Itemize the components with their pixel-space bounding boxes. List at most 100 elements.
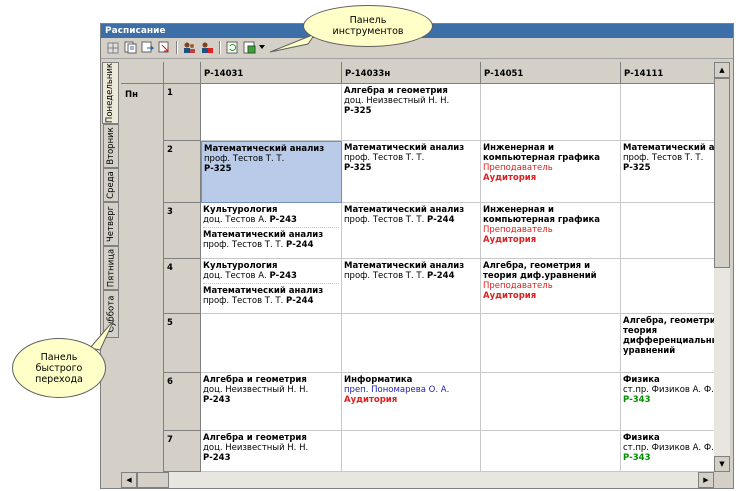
day-tabs: Понедельник Вторник Среда Четверг Пятниц… bbox=[101, 60, 120, 464]
schedule-cell[interactable] bbox=[481, 373, 621, 431]
lesson-subject: Культурология bbox=[203, 261, 278, 271]
schedule-cell[interactable]: Физика ст.пр. Физиков А. Ф. Р-343 bbox=[621, 373, 714, 431]
schedule-cell[interactable]: Математический анализ проф. Тестов Т. Т. … bbox=[342, 203, 481, 259]
dropdown-arrow-icon[interactable] bbox=[257, 40, 267, 55]
column-header[interactable]: Р-14051 bbox=[481, 62, 621, 84]
tab-tuesday[interactable]: Вторник bbox=[103, 124, 119, 168]
lesson-entry: Математический анализ проф. Тестов Т. Т. … bbox=[344, 261, 478, 281]
lesson-subject: Инженерная и bbox=[483, 143, 554, 153]
lesson-subject: теория диф.уравнений bbox=[483, 271, 597, 281]
lesson-subject: Математический анализ bbox=[344, 261, 465, 271]
schedule-cell[interactable]: Математический анализ проф. Тестов Т. Т. Р… bbox=[201, 141, 342, 203]
lesson-room: Р-243 bbox=[203, 395, 231, 405]
lesson-entry: Физика ст.пр. Физиков А. Ф. Р-343 bbox=[623, 433, 714, 463]
lesson-teacher: проф. Тестов Т. Т. bbox=[344, 153, 425, 163]
vertical-scrollbar[interactable]: ▲ ▼ bbox=[714, 62, 730, 472]
lesson-subject: Математический анализ bbox=[344, 143, 465, 153]
lesson-teacher: проф. Тестов Т. Т. bbox=[204, 154, 285, 164]
lesson-teacher: проф. Тестов Т. Т. bbox=[344, 271, 425, 281]
lesson-room: Р-244 bbox=[285, 296, 314, 306]
vertical-scroll-thumb[interactable] bbox=[714, 78, 730, 268]
tab-thursday[interactable]: Четверг bbox=[103, 202, 119, 246]
lesson-teacher-placeholder: Преподаватель bbox=[483, 281, 553, 291]
grid-icon[interactable] bbox=[105, 40, 121, 55]
users-icon[interactable] bbox=[181, 40, 197, 55]
lesson-entry: Алгебра, геометрия и теория диф.уравнений… bbox=[483, 261, 618, 301]
scroll-right-icon[interactable]: ▶ bbox=[698, 472, 714, 488]
tab-monday[interactable]: Понедельник bbox=[102, 62, 119, 124]
lesson-teacher: доц. Тестов А. bbox=[203, 215, 267, 225]
lesson-entry: Алгебра и геометрия доц. Неизвестный Н. Н… bbox=[203, 375, 339, 405]
scroll-up-icon[interactable]: ▲ bbox=[714, 62, 730, 78]
import-icon[interactable] bbox=[156, 40, 172, 55]
lesson-teacher: доц. Неизвестный Н. Н. bbox=[203, 385, 309, 395]
period-number: 7 bbox=[164, 431, 201, 472]
lesson-entry: Инженерная и компьютерная графика Преподав… bbox=[483, 205, 618, 245]
schedule-cell[interactable]: Математический анализ проф. Тестов Т. Т. Р… bbox=[342, 141, 481, 203]
lesson-subject: Математический ан bbox=[623, 143, 714, 153]
schedule-cell[interactable] bbox=[342, 314, 481, 373]
save-icon[interactable] bbox=[241, 40, 257, 55]
lesson-subject: Математический анализ bbox=[203, 286, 324, 296]
lesson-entry: Алгебра и геометрия доц. Неизвестный Н. Н… bbox=[203, 433, 339, 463]
schedule-cell[interactable] bbox=[621, 203, 714, 259]
schedule-cell[interactable]: Алгебра и геометрия доц. Неизвестный Н. Н… bbox=[342, 84, 481, 141]
lesson-entry: Инженерная и компьютерная графика Преподав… bbox=[483, 143, 618, 183]
schedule-cell[interactable]: Математический анализ проф. Тестов Т. Т. … bbox=[342, 259, 481, 314]
lesson-subject: компьютерная графика bbox=[483, 215, 601, 225]
schedule-cell[interactable] bbox=[481, 431, 621, 472]
schedule-cell[interactable] bbox=[621, 259, 714, 314]
scroll-down-icon[interactable]: ▼ bbox=[714, 456, 730, 472]
schedule-cell[interactable]: Алгебра, геометрия и теория диф.уравнений… bbox=[481, 259, 621, 314]
refresh-icon[interactable] bbox=[224, 40, 240, 55]
lesson-subject: Алгебра и геометрия bbox=[203, 433, 307, 443]
lesson-room: Р-325 bbox=[204, 164, 232, 174]
lesson-subject: Математический анализ bbox=[344, 205, 465, 215]
schedule-cell[interactable]: Инженерная и компьютерная графика Преподав… bbox=[481, 141, 621, 203]
schedule-cell[interactable] bbox=[201, 84, 342, 141]
lesson-entry: Математический анализ проф. Тестов Т. Т. … bbox=[203, 283, 339, 306]
lesson-teacher-placeholder: Преподаватель bbox=[483, 225, 553, 235]
lesson-room-placeholder: Аудитория bbox=[344, 395, 398, 405]
schedule-cell[interactable] bbox=[621, 84, 714, 141]
column-header[interactable]: Р-14111 bbox=[621, 62, 714, 84]
schedule-cell[interactable]: Математический ан проф. Тестов Т. Т. Р-325 bbox=[621, 141, 714, 203]
export-icon[interactable] bbox=[139, 40, 155, 55]
lesson-subject: теория bbox=[623, 326, 658, 336]
quicknav-callout: Панель быстрого перехода bbox=[12, 338, 106, 398]
column-header[interactable]: Р-14031 bbox=[201, 62, 342, 84]
toolbar bbox=[101, 38, 733, 59]
schedule-cell[interactable] bbox=[342, 431, 481, 472]
lesson-room: Р-325 bbox=[344, 106, 372, 116]
schedule-cell[interactable]: Алгебра и геометрия доц. Неизвестный Н. Н… bbox=[201, 431, 342, 472]
lesson-teacher: доц. Неизвестный Н. Н. bbox=[344, 96, 450, 106]
lesson-subject: Алгебра и геометрия bbox=[203, 375, 307, 385]
lesson-subject: Математический анализ bbox=[204, 144, 325, 154]
horizontal-scroll-thumb[interactable] bbox=[137, 472, 169, 488]
schedule-cell[interactable]: Культурология доц. Тестов А. Р-243 Математ… bbox=[201, 259, 342, 314]
lesson-room: Р-243 bbox=[203, 453, 231, 463]
horizontal-scrollbar[interactable]: ◀ ▶ bbox=[121, 472, 714, 488]
tab-friday[interactable]: Пятница bbox=[103, 246, 119, 290]
copy-icon[interactable] bbox=[122, 40, 138, 55]
schedule-cell[interactable]: Инженерная и компьютерная графика Преподав… bbox=[481, 203, 621, 259]
schedule-cell[interactable]: Информатика преп. Пономарева О. А. Аудитор… bbox=[342, 373, 481, 431]
schedule-cell[interactable]: Культурология доц. Тестов А. Р-243 Математ… bbox=[201, 203, 342, 259]
schedule-cell[interactable] bbox=[481, 314, 621, 373]
schedule-cell[interactable]: Физика ст.пр. Физиков А. Ф. Р-343 bbox=[621, 431, 714, 472]
lesson-room: Р-243 bbox=[269, 271, 297, 281]
lesson-room-placeholder: Аудитория bbox=[483, 235, 537, 245]
corner-header bbox=[121, 62, 164, 84]
column-header[interactable]: Р-14033н bbox=[342, 62, 481, 84]
schedule-cell[interactable] bbox=[201, 314, 342, 373]
scroll-left-icon[interactable]: ◀ bbox=[121, 472, 137, 488]
schedule-grid: Р-14031 Р-14033н Р-14051 Р-14111 Пн 1 Алг… bbox=[121, 62, 714, 472]
lesson-subject: Инженерная и bbox=[483, 205, 554, 215]
schedule-cell[interactable]: Алгебра, геометрия теория дифференциальны у… bbox=[621, 314, 714, 373]
schedule-cell[interactable]: Алгебра и геометрия доц. Неизвестный Н. Н… bbox=[201, 373, 342, 431]
user-edit-icon[interactable] bbox=[199, 40, 215, 55]
lesson-room: Р-325 bbox=[344, 163, 372, 173]
lesson-subject: Информатика bbox=[344, 375, 413, 385]
schedule-cell[interactable] bbox=[481, 84, 621, 141]
tab-wednesday[interactable]: Среда bbox=[103, 168, 119, 202]
